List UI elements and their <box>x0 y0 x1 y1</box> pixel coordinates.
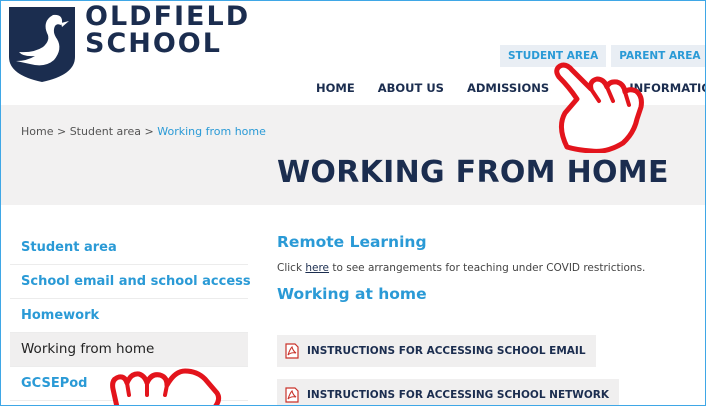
school-name-line1: OLDFIELD <box>85 1 251 32</box>
breadcrumb: Home > Student area > Working from home <box>21 125 266 138</box>
pdf-icon <box>285 387 299 403</box>
breadcrumb-separator: > <box>56 125 70 138</box>
document-link-school-network[interactable]: INSTRUCTIONS FOR ACCESSING SCHOOL NETWOR… <box>277 379 620 405</box>
breadcrumb-section[interactable]: Student area <box>70 125 141 138</box>
breadcrumb-separator: > <box>144 125 158 138</box>
breadcrumb-current: Working from home <box>157 125 266 138</box>
nav-about-us[interactable]: ABOUT US <box>378 81 444 95</box>
pointing-hand-icon <box>110 368 222 405</box>
pointing-hand-icon <box>554 62 644 153</box>
page-title: WORKING FROM HOME <box>277 155 669 190</box>
heading-remote-learning: Remote Learning <box>277 233 427 251</box>
main-content: Remote Learning Click here to see arrang… <box>277 233 702 405</box>
nav-home[interactable]: HOME <box>316 81 355 95</box>
here-link[interactable]: here <box>305 262 329 274</box>
browser-viewport: OLDFIELD SCHOOL STUDENT AREA PARENT AREA… <box>0 0 706 406</box>
sidebar-item-homework[interactable]: Homework <box>10 299 248 333</box>
paragraph-text-end: to see arrangements for teaching under C… <box>329 262 646 274</box>
remote-learning-paragraph: Click here to see arrangements for teach… <box>277 262 702 274</box>
paragraph-text-start: Click <box>277 262 306 274</box>
school-name[interactable]: OLDFIELD SCHOOL <box>85 3 250 57</box>
heading-working-at-home: Working at home <box>277 285 427 303</box>
pdf-icon <box>285 343 299 359</box>
nav-admissions[interactable]: ADMISSIONS <box>467 81 549 95</box>
document-link-school-email[interactable]: INSTRUCTIONS FOR ACCESSING SCHOOL EMAIL <box>277 335 596 367</box>
school-logo[interactable] <box>7 5 77 83</box>
breadcrumb-home[interactable]: Home <box>21 125 53 138</box>
school-name-line2: SCHOOL <box>85 28 222 59</box>
sidebar-item-school-email[interactable]: School email and school access <box>10 265 251 299</box>
document-link-label: INSTRUCTIONS FOR ACCESSING SCHOOL EMAIL <box>307 345 586 357</box>
document-link-label: INSTRUCTIONS FOR ACCESSING SCHOOL NETWOR… <box>307 389 610 401</box>
sidebar-item-student-area[interactable]: Student area <box>10 231 248 265</box>
